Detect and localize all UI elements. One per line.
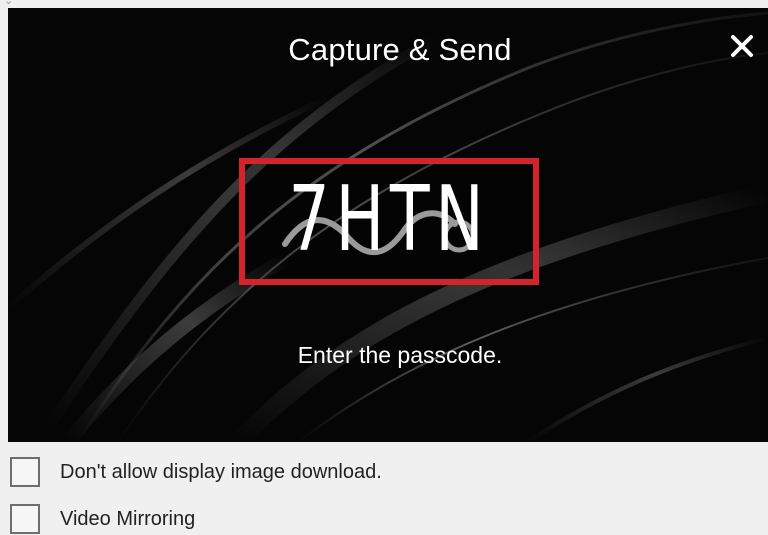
top-strip-edge-icon: ⌄ [4,0,14,7]
passcode-prompt: Enter the passcode. [297,342,503,368]
capture-send-dialog: ⌄ Capture & Send 7HTN Enter the passcode… [0,0,768,535]
passcode-box: 7HTN [239,158,539,285]
disable-download-label: Don't allow display image download. [60,460,382,483]
passcode-text: 7HTN [288,167,490,272]
top-strip: ⌄ [0,0,768,8]
disable-download-checkbox[interactable] [10,457,40,487]
passcode-panel: Capture & Send 7HTN Enter the passcode. [8,8,768,442]
video-mirroring-label: Video Mirroring [60,507,196,530]
dialog-title: Capture & Send [288,32,512,67]
option-video-mirroring[interactable]: Video Mirroring [10,502,710,535]
video-mirroring-checkbox[interactable] [10,504,40,534]
option-disable-image-download[interactable]: Don't allow display image download. [10,455,710,489]
close-icon [731,35,753,57]
close-button[interactable] [724,28,760,64]
